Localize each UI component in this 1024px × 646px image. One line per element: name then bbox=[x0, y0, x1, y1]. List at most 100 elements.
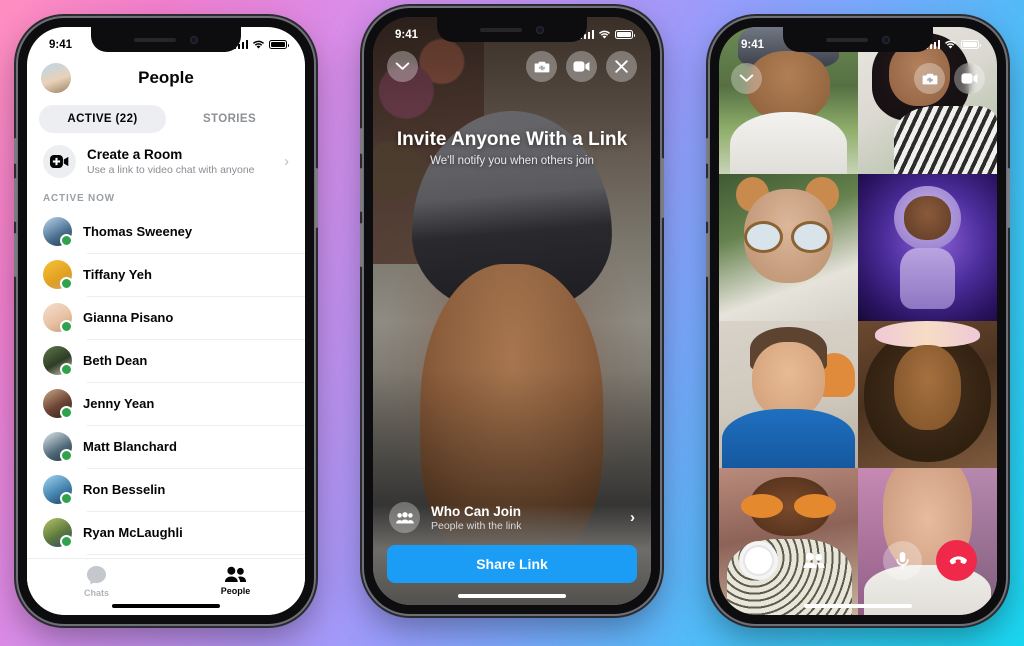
contacts-list[interactable]: Thomas Sweeney Tiffany Yeh Gianna Pisano… bbox=[27, 210, 305, 615]
home-indicator[interactable] bbox=[112, 603, 220, 608]
list-item[interactable]: Gianna Pisano bbox=[27, 296, 305, 339]
contact-name: Ron Besselin bbox=[83, 482, 166, 497]
create-room-title: Create a Room bbox=[87, 146, 183, 162]
earpiece-speaker bbox=[826, 37, 868, 42]
power-button[interactable] bbox=[1007, 168, 1010, 228]
notch bbox=[91, 27, 241, 52]
tab-label: Chats bbox=[83, 587, 109, 598]
contact-name: Beth Dean bbox=[83, 353, 148, 368]
video-toggle-button[interactable] bbox=[954, 63, 985, 94]
invite-bottom-panel: Who Can Join People with the link › Shar… bbox=[373, 498, 651, 583]
avatar bbox=[43, 389, 73, 419]
contact-name: Jenny Yean bbox=[83, 396, 155, 411]
wifi-icon bbox=[598, 30, 611, 38]
camera-flip-button[interactable] bbox=[914, 63, 945, 94]
contact-name: Tiffany Yeh bbox=[83, 267, 152, 282]
call-top-controls bbox=[526, 51, 637, 82]
who-can-join-subtitle: People with the link bbox=[431, 519, 522, 532]
phone2-screen: 9:41 Invite Anyone With a Link We'll not… bbox=[373, 17, 651, 605]
battery-icon bbox=[961, 40, 981, 49]
create-room-subtitle: Use a link to video chat with anyone bbox=[87, 164, 255, 177]
people-icon bbox=[224, 566, 246, 583]
contact-name: Ryan McLaughli bbox=[83, 525, 183, 540]
phone-people-list: 9:41 People ACTIVE (22) STORIES Create a… bbox=[14, 18, 318, 624]
volume-buttons[interactable] bbox=[14, 233, 17, 277]
home-indicator[interactable] bbox=[458, 593, 566, 598]
minimize-button[interactable] bbox=[387, 51, 418, 82]
chat-bubble-icon bbox=[86, 565, 107, 584]
participant-tile[interactable] bbox=[858, 321, 997, 468]
mute-button[interactable] bbox=[883, 541, 922, 580]
video-camera-icon bbox=[961, 73, 978, 84]
list-item[interactable]: Jenny Yean bbox=[27, 382, 305, 425]
wifi-icon bbox=[252, 40, 265, 48]
active-now-label: ACTIVE NOW bbox=[43, 193, 115, 204]
earpiece-speaker bbox=[480, 27, 522, 32]
participant-tile[interactable] bbox=[858, 174, 997, 321]
avatar bbox=[43, 346, 73, 376]
list-item[interactable]: Ron Besselin bbox=[27, 468, 305, 511]
list-item[interactable]: Thomas Sweeney bbox=[27, 210, 305, 253]
invite-subhead: We'll notify you when others join bbox=[430, 155, 594, 167]
avatar bbox=[43, 303, 73, 333]
status-time: 9:41 bbox=[395, 28, 419, 41]
power-button[interactable] bbox=[315, 168, 318, 228]
list-item[interactable]: Ryan McLaughli bbox=[27, 511, 305, 554]
chevron-down-icon bbox=[731, 63, 762, 94]
notch bbox=[437, 17, 587, 42]
tab-active[interactable]: ACTIVE (22) bbox=[39, 105, 166, 133]
phone3-screen: 9:41 bbox=[719, 27, 997, 615]
list-item[interactable]: Matt Blanchard bbox=[27, 425, 305, 468]
who-can-join-row[interactable]: Who Can Join People with the link › bbox=[387, 498, 637, 545]
close-button[interactable] bbox=[606, 51, 637, 82]
list-item[interactable]: Tiffany Yeh bbox=[27, 253, 305, 296]
capture-button[interactable] bbox=[739, 541, 778, 580]
front-camera-icon bbox=[536, 25, 544, 34]
contact-name: Thomas Sweeney bbox=[83, 224, 193, 239]
front-camera-icon bbox=[882, 35, 890, 44]
end-call-button[interactable] bbox=[936, 540, 977, 581]
tab-label: People bbox=[220, 586, 251, 596]
tab-people[interactable]: People bbox=[166, 559, 305, 603]
who-can-join-title: Who Can Join bbox=[431, 503, 521, 519]
front-camera-icon bbox=[190, 35, 198, 44]
create-a-room-row[interactable]: Create a Room Use a link to video chat w… bbox=[27, 133, 305, 189]
segmented-tabs: ACTIVE (22) STORIES bbox=[39, 105, 293, 133]
participant-grid bbox=[719, 27, 997, 615]
chevron-right-icon: › bbox=[630, 509, 635, 526]
phone-group-call: 9:41 bbox=[706, 18, 1010, 624]
video-camera-icon bbox=[573, 61, 590, 72]
list-item[interactable]: Beth Dean bbox=[27, 339, 305, 382]
video-plus-icon bbox=[43, 145, 76, 178]
tab-chats[interactable]: Chats bbox=[27, 559, 166, 603]
avatar bbox=[43, 518, 73, 548]
people-icon bbox=[802, 552, 824, 569]
camera-flip-icon bbox=[922, 73, 937, 84]
share-link-button[interactable]: Share Link bbox=[387, 545, 637, 583]
battery-icon bbox=[615, 30, 635, 39]
add-people-button[interactable] bbox=[794, 541, 833, 580]
volume-buttons[interactable] bbox=[706, 233, 709, 277]
call-controls-bar bbox=[719, 540, 997, 581]
minimize-button[interactable] bbox=[731, 63, 762, 94]
status-time: 9:41 bbox=[49, 38, 73, 51]
avatar[interactable] bbox=[41, 63, 71, 93]
call-top-controls bbox=[914, 63, 985, 94]
video-toggle-button[interactable] bbox=[566, 51, 597, 82]
participant-tile[interactable] bbox=[719, 174, 858, 321]
phone1-screen: 9:41 People ACTIVE (22) STORIES Create a… bbox=[27, 27, 305, 615]
avatar bbox=[43, 217, 73, 247]
phone-hangup-icon bbox=[949, 556, 967, 565]
camera-flip-button[interactable] bbox=[526, 51, 557, 82]
status-time: 9:41 bbox=[741, 38, 765, 51]
home-indicator[interactable] bbox=[804, 603, 912, 608]
power-button[interactable] bbox=[661, 158, 664, 218]
notch bbox=[783, 27, 933, 52]
tab-stories[interactable]: STORIES bbox=[166, 105, 293, 133]
contact-name: Gianna Pisano bbox=[83, 310, 174, 325]
avatar bbox=[43, 475, 73, 505]
volume-buttons[interactable] bbox=[360, 223, 363, 267]
close-x-icon bbox=[615, 60, 628, 73]
participant-tile[interactable] bbox=[719, 321, 858, 468]
avatar bbox=[43, 432, 73, 462]
